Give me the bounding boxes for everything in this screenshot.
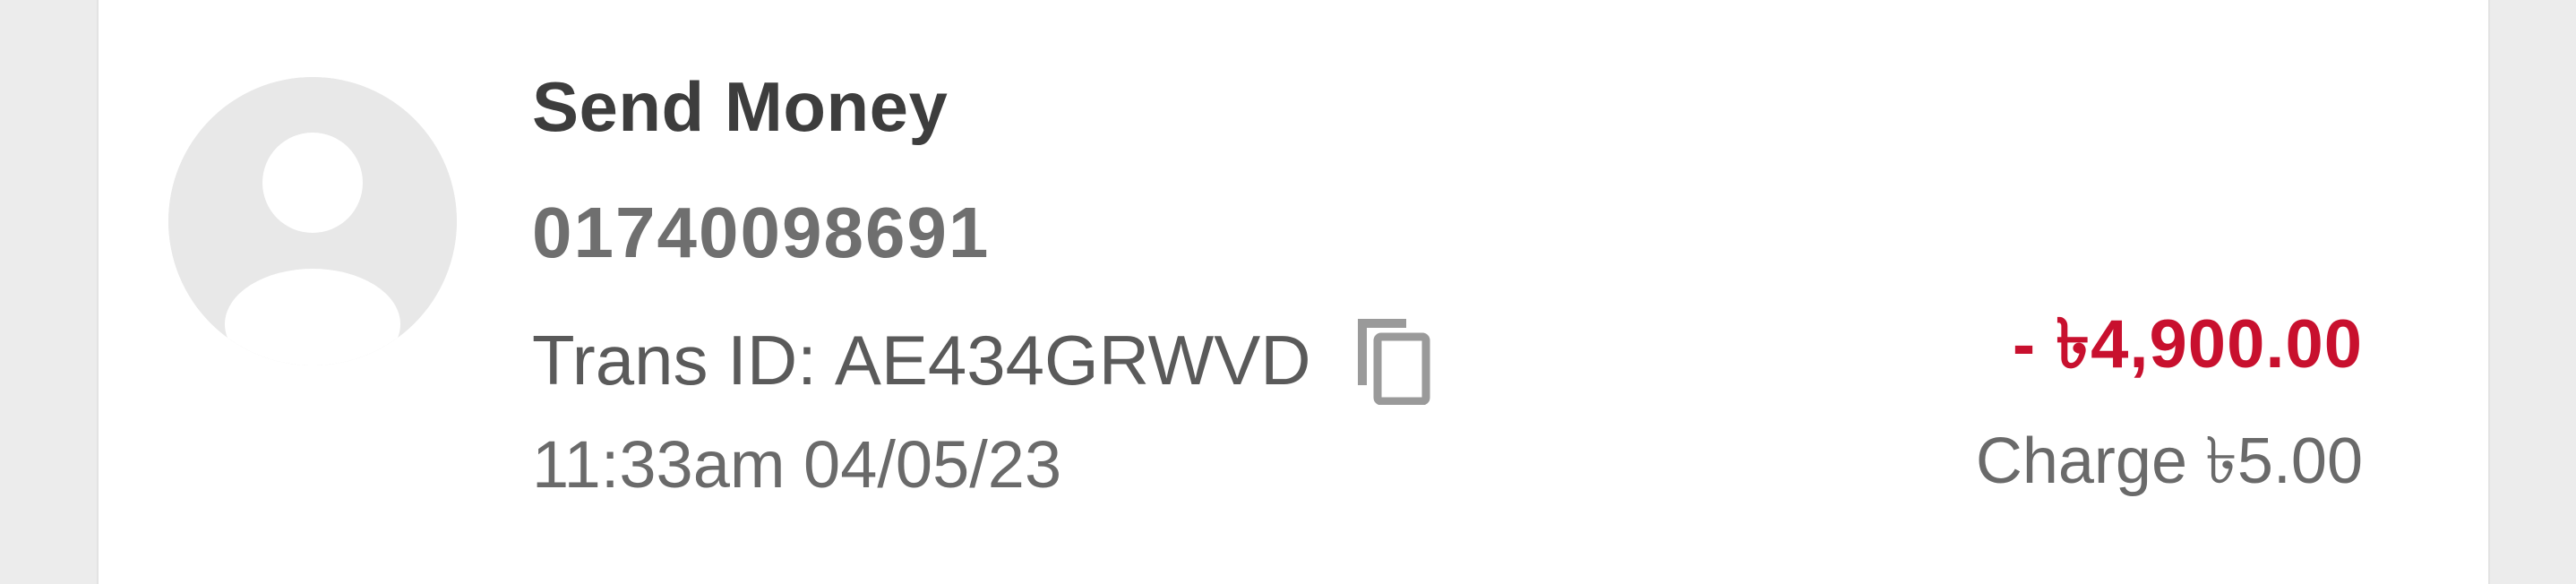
transaction-id-label: Trans ID: <box>532 320 817 399</box>
transaction-id-row: Trans ID: AE434GRWVD <box>532 315 1433 405</box>
transaction-amount: - ৳4,900.00 <box>2012 306 2363 382</box>
transaction-type: Send Money <box>532 67 949 146</box>
transaction-charge: Charge ৳5.00 <box>1975 425 2363 497</box>
recipient-phone: 01740098691 <box>532 193 991 272</box>
copy-icon[interactable] <box>1351 315 1433 405</box>
transaction-datetime: 11:33am 04/05/23 <box>532 427 1062 502</box>
screen-background: Send Money 01740098691 Trans ID: AE434GR… <box>0 0 2576 584</box>
transaction-card[interactable]: Send Money 01740098691 Trans ID: AE434GR… <box>97 0 2490 584</box>
user-avatar-icon <box>168 77 457 365</box>
transaction-id-value: AE434GRWVD <box>834 320 1311 399</box>
